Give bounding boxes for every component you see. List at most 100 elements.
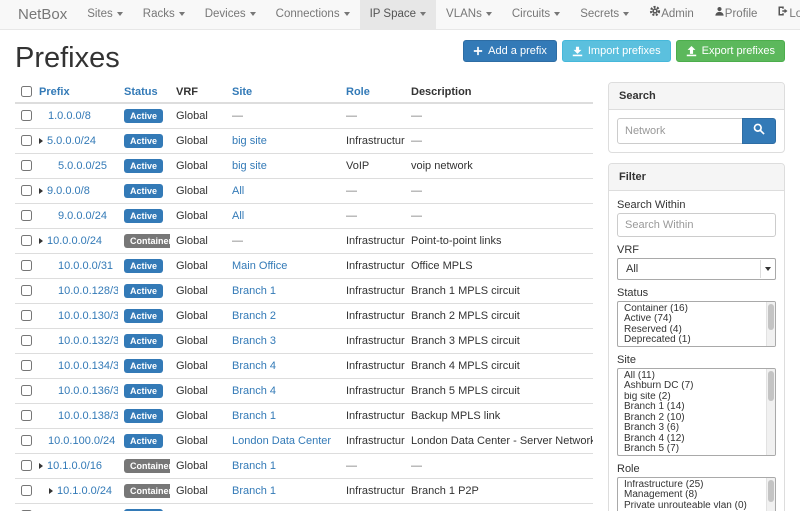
multiselect-option[interactable]: All (11)	[622, 371, 765, 382]
multiselect-option[interactable]: COLO-1-24 (3)	[622, 455, 765, 456]
column-header-status[interactable]: Status	[118, 82, 170, 103]
site-link[interactable]: Branch 1	[232, 460, 276, 472]
scrollbar-track[interactable]	[766, 302, 775, 346]
multiselect-option[interactable]: Branch 2 (10)	[622, 413, 765, 424]
site-link[interactable]: All	[232, 185, 244, 197]
sort-link[interactable]: Prefix	[39, 86, 70, 98]
row-checkbox[interactable]	[21, 160, 32, 171]
row-checkbox[interactable]	[21, 485, 32, 496]
site-link[interactable]: Branch 4	[232, 360, 276, 372]
multiselect-option[interactable]: Ashburn DC (7)	[622, 381, 765, 392]
nav-link[interactable]: Sites	[77, 0, 133, 29]
export-prefixes-button[interactable]: Export prefixes	[676, 40, 785, 62]
scrollbar-thumb[interactable]	[768, 371, 774, 401]
prefix-link[interactable]: 1.0.0.0/8	[48, 110, 91, 122]
site-link[interactable]: Branch 4	[232, 385, 276, 397]
row-checkbox[interactable]	[21, 285, 32, 296]
row-checkbox[interactable]	[21, 335, 32, 346]
nav-link[interactable]: Devices	[195, 0, 266, 29]
multiselect-option[interactable]: Branch 4 (12)	[622, 434, 765, 445]
prefix-link[interactable]: 10.0.0.132/31	[58, 335, 118, 347]
caret-right-icon[interactable]	[39, 238, 43, 244]
nav-link[interactable]: Secrets	[570, 0, 639, 29]
row-checkbox[interactable]	[21, 260, 32, 271]
nav-link[interactable]: VLANs	[436, 0, 502, 29]
select-all-checkbox[interactable]	[21, 86, 32, 97]
site-link[interactable]: Branch 3	[232, 335, 276, 347]
prefix-link[interactable]: 10.0.0.0/31	[58, 260, 113, 272]
row-checkbox[interactable]	[21, 410, 32, 421]
caret-right-icon[interactable]	[49, 488, 53, 494]
nav-link[interactable]: Racks	[133, 0, 195, 29]
role-multiselect[interactable]: Infrastructure (25)Management (8)Private…	[617, 477, 776, 511]
multiselect-option[interactable]: Branch 1 (14)	[622, 402, 765, 413]
nav-link[interactable]: Connections	[266, 0, 360, 29]
row-checkbox[interactable]	[21, 235, 32, 246]
site-link[interactable]: All	[232, 210, 244, 222]
multiselect-option[interactable]: Private unrouteable vlan (0)	[622, 501, 765, 511]
prefix-link[interactable]: 10.0.0.134/31	[58, 360, 118, 372]
row-checkbox[interactable]	[21, 460, 32, 471]
brand-logo[interactable]: NetBox	[8, 0, 77, 29]
prefix-link[interactable]: 10.0.0.128/31	[58, 285, 118, 297]
search-within-input[interactable]	[617, 213, 776, 237]
caret-right-icon[interactable]	[39, 138, 43, 144]
search-button[interactable]	[742, 118, 776, 144]
site-link[interactable]: Branch 1	[232, 485, 276, 497]
nav-link[interactable]: IP Space	[360, 0, 436, 29]
caret-right-icon[interactable]	[39, 463, 43, 469]
column-header-site[interactable]: Site	[226, 82, 340, 103]
column-header-prefix[interactable]: Prefix	[33, 82, 118, 103]
prefix-link[interactable]: 9.0.0.0/24	[58, 210, 107, 222]
multiselect-option[interactable]: Reserved (4)	[622, 325, 765, 336]
scrollbar-track[interactable]	[766, 478, 775, 511]
site-link[interactable]: big site	[232, 160, 267, 172]
prefix-link[interactable]: 10.0.0.138/31	[58, 410, 118, 422]
user-nav-link[interactable]: Admin	[639, 0, 704, 29]
multiselect-option[interactable]: Management (8)	[622, 490, 765, 501]
nav-link[interactable]: Circuits	[502, 0, 570, 29]
multiselect-option[interactable]: Infrastructure (25)	[622, 480, 765, 491]
caret-right-icon[interactable]	[39, 188, 43, 194]
row-checkbox[interactable]	[21, 360, 32, 371]
site-link[interactable]: Branch 1	[232, 410, 276, 422]
add-a-prefix-button[interactable]: Add a prefix	[463, 40, 557, 62]
sort-link[interactable]: Status	[124, 86, 158, 98]
site-link[interactable]: London Data Center	[232, 435, 331, 447]
multiselect-option[interactable]: Deprecated (1)	[622, 335, 765, 346]
site-link[interactable]: Branch 2	[232, 310, 276, 322]
row-checkbox[interactable]	[21, 435, 32, 446]
multiselect-option[interactable]: Container (16)	[622, 304, 765, 315]
import-prefixes-button[interactable]: Import prefixes	[562, 40, 671, 62]
prefix-link[interactable]: 10.1.0.0/16	[47, 460, 102, 472]
row-checkbox[interactable]	[21, 135, 32, 146]
multiselect-option[interactable]: Branch 3 (6)	[622, 423, 765, 434]
sort-link[interactable]: Role	[346, 86, 370, 98]
user-nav-link[interactable]: Profile	[704, 0, 768, 29]
site-link[interactable]: big site	[232, 135, 267, 147]
prefix-link[interactable]: 5.0.0.0/25	[58, 160, 107, 172]
row-checkbox[interactable]	[21, 110, 32, 121]
prefix-link[interactable]: 10.0.100.0/24	[48, 435, 115, 447]
user-nav-link[interactable]: Log out	[767, 0, 800, 29]
site-multiselect[interactable]: All (11)Ashburn DC (7)big site (2)Branch…	[617, 368, 776, 456]
status-multiselect[interactable]: Container (16)Active (74)Reserved (4)Dep…	[617, 301, 776, 347]
column-header-role[interactable]: Role	[340, 82, 405, 103]
row-checkbox[interactable]	[21, 310, 32, 321]
prefix-link[interactable]: 10.1.0.0/24	[57, 485, 112, 497]
sort-link[interactable]: Site	[232, 86, 252, 98]
site-link[interactable]: Branch 1	[232, 285, 276, 297]
site-link[interactable]: Main Office	[232, 260, 287, 272]
row-checkbox[interactable]	[21, 210, 32, 221]
multiselect-option[interactable]: Branch 5 (7)	[622, 444, 765, 455]
prefix-link[interactable]: 5.0.0.0/24	[47, 135, 96, 147]
search-input[interactable]	[617, 118, 743, 144]
prefix-link[interactable]: 9.0.0.0/8	[47, 185, 90, 197]
prefix-link[interactable]: 10.0.0.0/24	[47, 235, 102, 247]
multiselect-option[interactable]: big site (2)	[622, 392, 765, 403]
row-checkbox[interactable]	[21, 385, 32, 396]
vrf-select[interactable]: All	[617, 258, 776, 280]
prefix-link[interactable]: 10.0.0.136/31	[58, 385, 118, 397]
multiselect-option[interactable]: Active (74)	[622, 314, 765, 325]
scrollbar-thumb[interactable]	[768, 304, 774, 330]
